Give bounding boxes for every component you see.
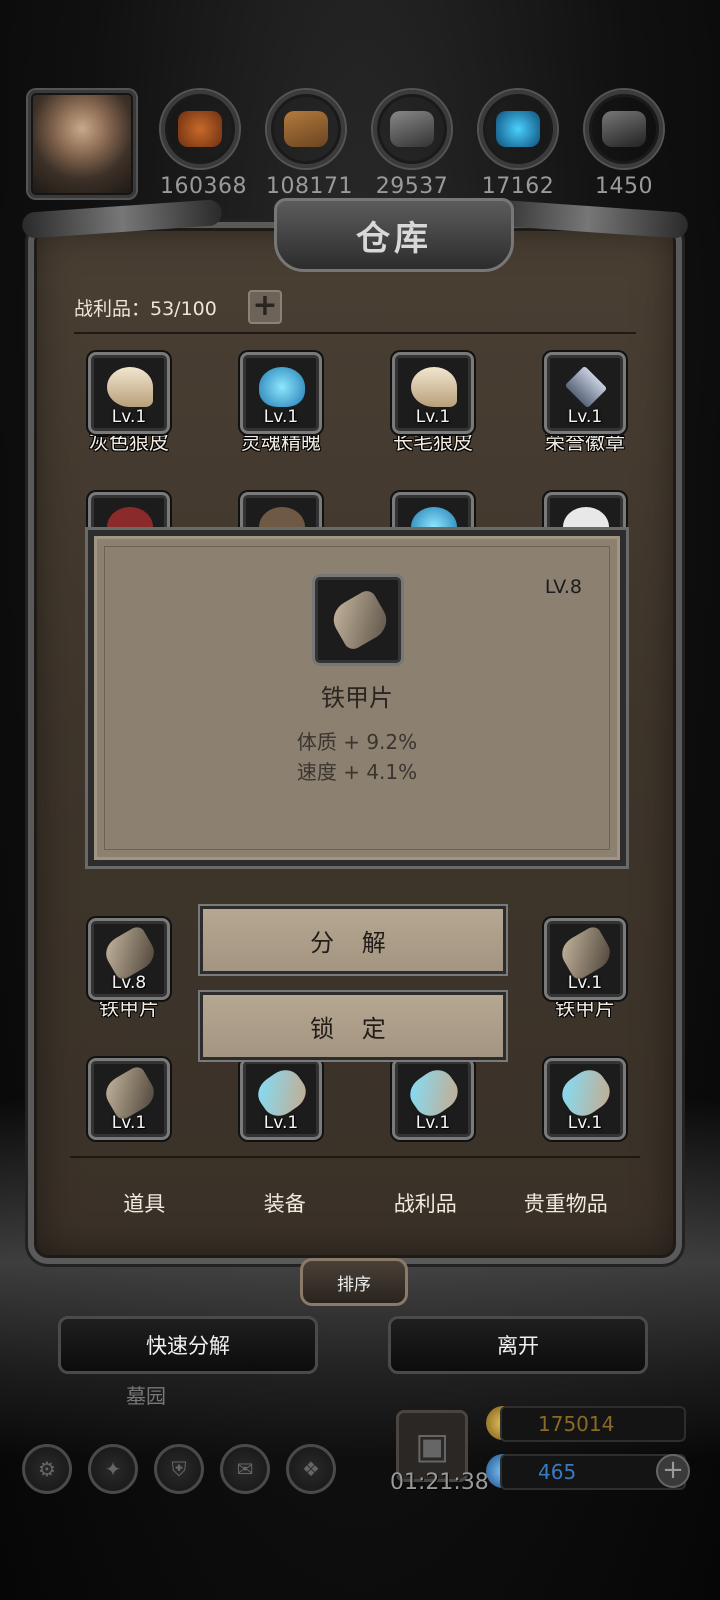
popup-item-slot bbox=[312, 574, 404, 666]
item-level: Lv.8 bbox=[111, 973, 147, 993]
inventory-item[interactable]: Lv.1 bbox=[54, 1058, 204, 1140]
item-level: Lv.1 bbox=[415, 407, 451, 427]
divider bbox=[70, 1156, 640, 1158]
shop-icon[interactable]: ❖ bbox=[286, 1444, 336, 1494]
ingot-icon bbox=[585, 90, 663, 168]
item-slot: Lv.1 bbox=[240, 1058, 322, 1140]
inventory-item[interactable]: Lv.1 铁甲片 bbox=[510, 918, 660, 1021]
resource-value: 17162 bbox=[481, 174, 555, 199]
window-title: 仓库 bbox=[356, 218, 432, 259]
leather-icon bbox=[161, 90, 239, 168]
resource-value: 29537 bbox=[375, 174, 449, 199]
inventory-item[interactable]: Lv.1 长毛狼皮 bbox=[358, 352, 508, 455]
resource-wood[interactable]: 108171 bbox=[266, 90, 353, 199]
skills-icon[interactable]: ✦ bbox=[88, 1444, 138, 1494]
claw-icon bbox=[107, 367, 153, 407]
inventory-item[interactable]: Lv.1 bbox=[510, 1058, 660, 1140]
item-slot: Lv.1 bbox=[88, 1058, 170, 1140]
claw-icon bbox=[411, 367, 457, 407]
item-slot: Lv.1 bbox=[392, 352, 474, 434]
item-level: Lv.1 bbox=[263, 1113, 299, 1133]
popup-item-name: 铁甲片 bbox=[321, 684, 393, 712]
inventory-item[interactable]: Lv.1 荣誉徽章 bbox=[510, 352, 660, 455]
resource-leather[interactable]: 160368 bbox=[160, 90, 247, 199]
item-level: Lv.1 bbox=[111, 1113, 147, 1133]
guild-icon[interactable]: ⛨ bbox=[154, 1444, 204, 1494]
lock-button[interactable]: 锁 定 bbox=[200, 992, 506, 1060]
item-level: Lv.1 bbox=[567, 1113, 603, 1133]
wood-icon bbox=[267, 90, 345, 168]
gold-amount: 175014 bbox=[500, 1406, 686, 1442]
item-slot: Lv.1 bbox=[544, 918, 626, 1000]
tab-loot[interactable]: 战利品 bbox=[355, 1188, 496, 1218]
item-level: Lv.1 bbox=[567, 407, 603, 427]
inventory-item[interactable]: Lv.1 灰色狼皮 bbox=[54, 352, 204, 455]
item-slot: Lv.1 bbox=[240, 352, 322, 434]
resource-value: 1450 bbox=[595, 174, 653, 199]
resource-ingot[interactable]: 1450 bbox=[584, 90, 664, 199]
tab-items[interactable]: 道具 bbox=[74, 1188, 215, 1218]
tab-equipment[interactable]: 装备 bbox=[215, 1188, 356, 1218]
title-plate: 仓库 bbox=[274, 198, 514, 272]
expand-capacity-button[interactable]: + bbox=[248, 290, 282, 324]
item-slot: Lv.1 bbox=[392, 1058, 474, 1140]
resource-value: 160368 bbox=[160, 174, 247, 199]
popup-stat: 体质 + 9.2% bbox=[296, 730, 418, 754]
crystal-icon bbox=[479, 90, 557, 168]
popup-stat: 速度 + 4.1% bbox=[296, 760, 418, 784]
resource-crystal[interactable]: 17162 bbox=[478, 90, 558, 199]
soul-crystal-icon bbox=[259, 367, 305, 407]
popup-level: LV.8 bbox=[544, 576, 582, 598]
item-slot: Lv.1 bbox=[88, 352, 170, 434]
iron-icon bbox=[373, 90, 451, 168]
settings-icon[interactable]: ⚙ bbox=[22, 1444, 72, 1494]
inventory-item[interactable]: Lv.1 灵魂精魄 bbox=[206, 352, 356, 455]
sort-button[interactable]: 排序 bbox=[300, 1258, 408, 1306]
gift-timer: 01:21:38 bbox=[390, 1470, 489, 1495]
item-level: Lv.1 bbox=[567, 973, 603, 993]
tab-valuables[interactable]: 贵重物品 bbox=[496, 1188, 637, 1218]
inventory-item[interactable]: Lv.1 bbox=[206, 1058, 356, 1140]
item-level: Lv.1 bbox=[263, 407, 299, 427]
avatar[interactable] bbox=[28, 90, 136, 198]
inventory-item[interactable]: Lv.8 铁甲片 bbox=[54, 918, 204, 1021]
item-level: Lv.1 bbox=[111, 407, 147, 427]
mail-icon[interactable]: ✉ bbox=[220, 1444, 270, 1494]
resource-iron[interactable]: 29537 bbox=[372, 90, 452, 199]
resource-value: 108171 bbox=[266, 174, 353, 199]
location-label: 墓园 bbox=[126, 1384, 166, 1408]
leave-button[interactable]: 离开 bbox=[388, 1316, 648, 1374]
category-tabs: 道具 装备 战利品 贵重物品 bbox=[74, 1188, 636, 1218]
inventory-item[interactable]: Lv.1 bbox=[358, 1058, 508, 1140]
item-level: Lv.1 bbox=[415, 1113, 451, 1133]
decompose-button[interactable]: 分 解 bbox=[200, 906, 506, 974]
resource-bar: 160368 108171 29537 17162 1450 bbox=[28, 90, 710, 210]
item-slot: Lv.8 bbox=[88, 918, 170, 1000]
add-gems-button[interactable]: + bbox=[656, 1454, 690, 1488]
iron-plate-icon bbox=[326, 587, 394, 653]
item-detail-popup: LV.8 铁甲片 体质 + 9.2% 速度 + 4.1% bbox=[88, 530, 626, 866]
divider bbox=[74, 332, 636, 334]
item-slot: Lv.1 bbox=[544, 1058, 626, 1140]
honor-badge-icon bbox=[564, 365, 608, 409]
quick-decompose-button[interactable]: 快速分解 bbox=[58, 1316, 318, 1374]
item-slot: Lv.1 bbox=[544, 352, 626, 434]
capacity-label: 战利品：53/100 bbox=[74, 298, 217, 320]
